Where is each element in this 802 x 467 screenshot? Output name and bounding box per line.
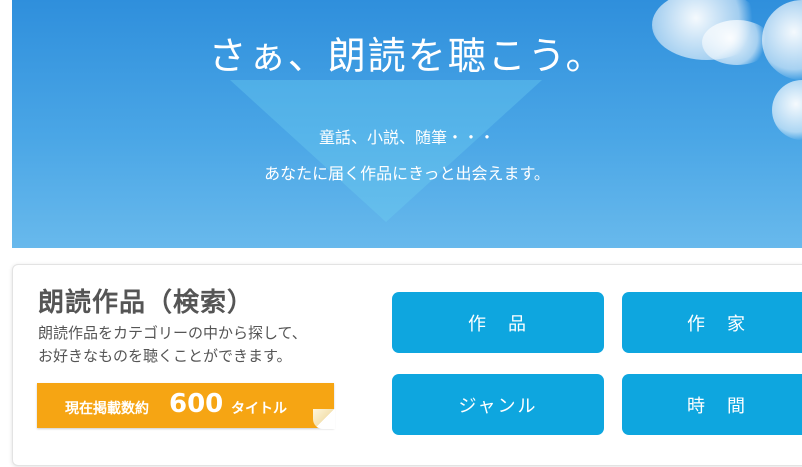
search-description-line1: 朗読作品をカテゴリーの中から探して、: [38, 324, 307, 342]
count-number: 600: [169, 389, 224, 419]
time-button[interactable]: 時 間: [622, 374, 802, 435]
hero-subtitle-line1: 童話、小説、随筆・・・: [318, 128, 495, 147]
works-button[interactable]: 作 品: [392, 292, 604, 353]
title-count-badge: 現在掲載数約 600 タイトル: [37, 383, 335, 429]
authors-button[interactable]: 作 家: [622, 292, 802, 353]
genre-button[interactable]: ジャンル: [392, 374, 604, 435]
search-section-title: 朗読作品（検索）: [38, 288, 255, 318]
hero-title: さぁ、朗読を聴こう。: [208, 34, 606, 78]
page-curl-decoration: [313, 409, 335, 429]
search-description-line2: お好きなものを聴くことができます。: [38, 347, 292, 365]
count-suffix: タイトル: [231, 401, 287, 417]
hero-banner: さぁ、朗読を聴こう。 童話、小説、随筆・・・ あなたに届く作品にきっと出会えます…: [12, 0, 802, 248]
count-prefix: 現在掲載数約: [65, 401, 149, 417]
hero-subtitle-line2: あなたに届く作品にきっと出会えます。: [264, 164, 550, 183]
